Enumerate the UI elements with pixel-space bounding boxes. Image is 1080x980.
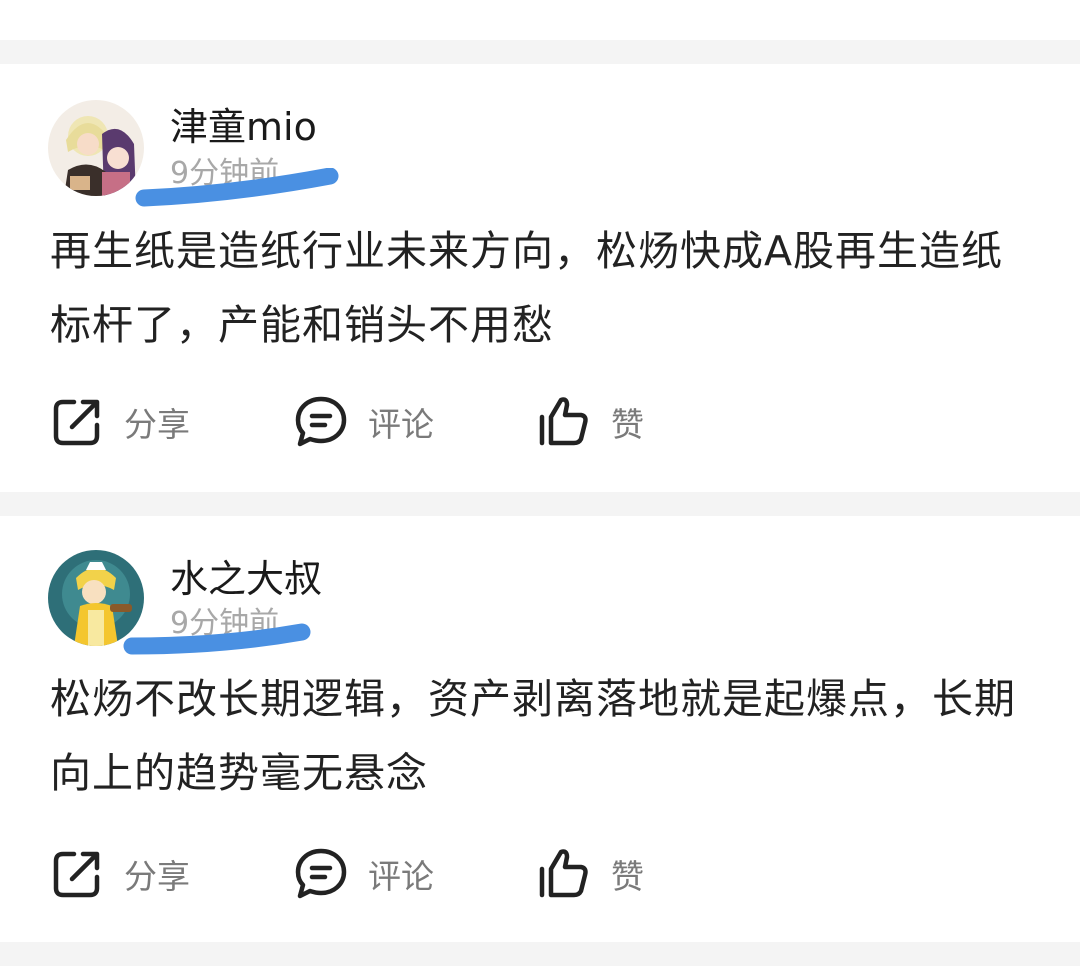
- username[interactable]: 津童mio: [170, 104, 317, 150]
- timestamp: 9分钟前: [170, 606, 280, 641]
- share-button[interactable]: 分享: [50, 392, 190, 452]
- share-label: 分享: [124, 405, 190, 444]
- share-button[interactable]: 分享: [50, 844, 190, 904]
- username[interactable]: 水之大叔: [170, 556, 322, 602]
- comment-icon: [294, 847, 348, 901]
- comment-card: 津童mio 9分钟前 再生纸是造纸行业未来方向，松炀快成A股再生造纸标杆了，产能…: [0, 64, 1080, 492]
- like-button[interactable]: 赞: [537, 392, 644, 452]
- separator: [0, 492, 1080, 516]
- like-icon: [537, 847, 591, 901]
- avatar[interactable]: [48, 100, 144, 196]
- avatar[interactable]: [48, 550, 144, 646]
- comment-label: 评论: [368, 857, 434, 896]
- comment-label: 评论: [368, 405, 434, 444]
- share-icon: [50, 395, 104, 449]
- like-icon: [537, 395, 591, 449]
- comment-button[interactable]: 评论: [294, 844, 434, 904]
- comment-text: 松炀不改长期逻辑，资产剥离落地就是起爆点，长期向上的趋势毫无悬念: [50, 675, 1016, 797]
- comment-icon: [294, 395, 348, 449]
- comment-feed: 津童mio 9分钟前 再生纸是造纸行业未来方向，松炀快成A股再生造纸标杆了，产能…: [0, 0, 1080, 980]
- comment-button[interactable]: 评论: [294, 392, 434, 452]
- like-label: 赞: [611, 857, 644, 896]
- comment-card: 水之大叔 9分钟前 松炀不改长期逻辑，资产剥离落地就是起爆点，长期向上的趋势毫无…: [0, 516, 1080, 942]
- timestamp: 9分钟前: [170, 156, 280, 191]
- share-label: 分享: [124, 857, 190, 896]
- avatar-anime-image: [48, 100, 144, 196]
- like-button[interactable]: 赞: [537, 844, 644, 904]
- like-label: 赞: [611, 405, 644, 444]
- separator: [0, 40, 1080, 64]
- comment-text: 再生纸是造纸行业未来方向，松炀快成A股再生造纸标杆了，产能和销头不用愁: [50, 227, 1004, 349]
- share-icon: [50, 847, 104, 901]
- separator: [0, 942, 1080, 966]
- avatar-cartoon-image: [48, 550, 144, 646]
